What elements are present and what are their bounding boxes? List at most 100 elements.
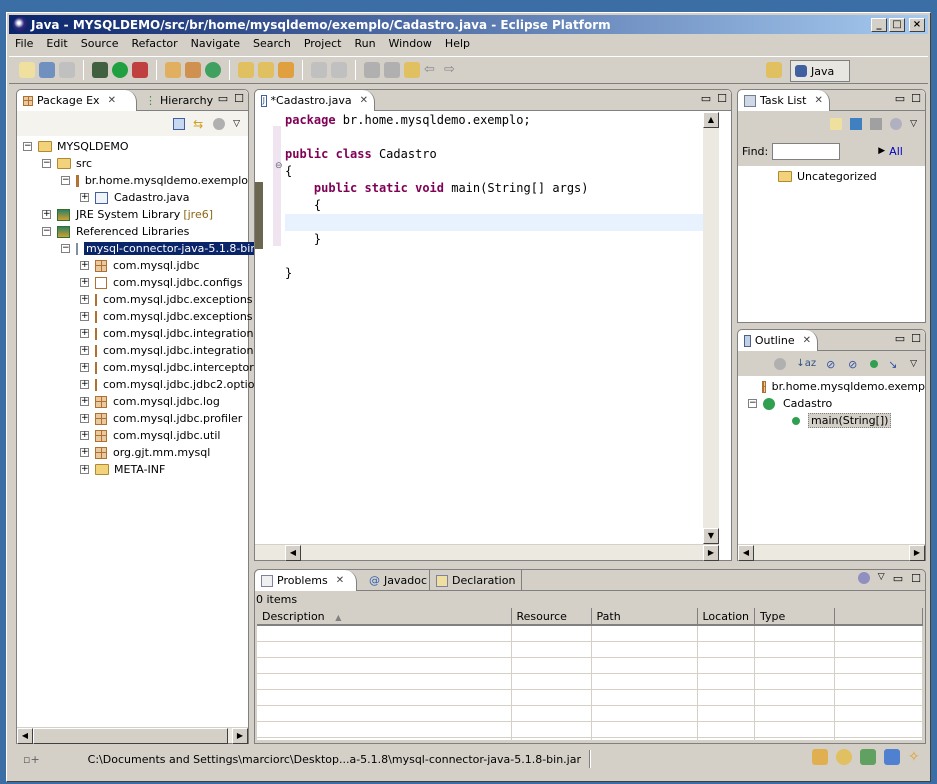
category-uncategorized[interactable]: Uncategorized — [778, 170, 877, 183]
tree-item[interactable]: + com.mysql.jdbc.exceptions — [23, 308, 253, 325]
menu-project[interactable]: Project — [298, 35, 349, 53]
close-icon[interactable]: ✕ — [803, 335, 811, 346]
scroll-up-button[interactable]: ▲ — [703, 112, 719, 128]
tree-item[interactable]: + org.gjt.mm.mysql — [23, 444, 248, 461]
external-tools-icon[interactable] — [132, 62, 148, 78]
close-icon[interactable]: ✕ — [814, 95, 822, 106]
menu-search[interactable]: Search — [247, 35, 298, 53]
open-resource-icon[interactable] — [258, 62, 274, 78]
last-edit-icon[interactable] — [404, 62, 420, 78]
menu-source[interactable]: Source — [75, 35, 126, 53]
tree-item[interactable]: + com.mysql.jdbc.log — [23, 393, 248, 410]
new-icon[interactable] — [19, 62, 35, 78]
run-icon[interactable] — [112, 62, 128, 78]
tab-javadoc[interactable]: @ Javadoc — [363, 570, 433, 591]
tree-item[interactable]: + com.mysql.jdbc.exceptions — [23, 291, 253, 308]
open-type-icon[interactable] — [238, 62, 254, 78]
tree-item[interactable]: + com.mysql.jdbc.integration — [23, 342, 253, 359]
scroll-right-button[interactable]: ▶ — [909, 545, 925, 561]
expand-icon[interactable]: + — [80, 193, 89, 202]
search-icon[interactable] — [278, 62, 294, 78]
tree-item[interactable]: − br.home.mysqldemo.exemplo — [23, 172, 248, 189]
tab-task-list[interactable]: Task List ✕ — [738, 90, 830, 111]
outline-item[interactable]: main(String[]) — [748, 412, 925, 429]
code-line[interactable]: package br.home.mysqldemo.exemplo; — [285, 112, 714, 129]
maximize-view-icon[interactable]: ☐ — [911, 332, 921, 345]
mark-occurrences-icon[interactable] — [331, 62, 347, 78]
tab-hierarchy[interactable]: ⋮ Hierarchy — [139, 90, 219, 111]
horizontal-scrollbar[interactable]: ◀ ▶ — [738, 544, 925, 561]
tree-item[interactable]: − src — [23, 155, 248, 172]
close-icon[interactable]: ✕ — [336, 575, 344, 586]
code-line[interactable]: { — [285, 197, 714, 214]
annotation-icon[interactable] — [311, 62, 327, 78]
column-header-type[interactable]: Type — [754, 608, 836, 626]
scroll-thumb[interactable] — [33, 728, 228, 744]
code-line[interactable]: public static void main(String[] args) — [285, 180, 714, 197]
close-button[interactable]: × — [909, 18, 925, 32]
expand-icon[interactable]: + — [80, 414, 89, 423]
scroll-right-button[interactable]: ▶ — [703, 545, 719, 561]
code-line[interactable]: { — [285, 163, 714, 180]
hide-fields-icon[interactable]: ⊘ — [826, 358, 838, 371]
prev-annotation-icon[interactable] — [384, 62, 400, 78]
expand-icon[interactable]: + — [80, 278, 89, 287]
menu-run[interactable]: Run — [348, 35, 382, 53]
view-menu-icon[interactable]: ▽ — [878, 572, 885, 585]
expand-icon[interactable]: + — [80, 431, 89, 440]
debug-icon[interactable] — [92, 62, 108, 78]
menu-help[interactable]: Help — [439, 35, 477, 53]
tree-item[interactable]: − Referenced Libraries — [23, 223, 248, 240]
sort-icon[interactable]: ↓az — [796, 358, 816, 369]
new-java-project-icon[interactable] — [165, 62, 181, 78]
column-header-path[interactable]: Path — [591, 608, 698, 626]
find-input[interactable] — [772, 142, 841, 160]
expand-icon[interactable]: + — [80, 329, 89, 338]
code-line[interactable]: } — [285, 265, 714, 282]
expand-icon[interactable]: + — [80, 465, 89, 474]
save-icon[interactable] — [39, 62, 55, 78]
tab-package-explorer[interactable]: Package Ex ✕ — [17, 90, 137, 111]
tree-item[interactable]: + com.mysql.jdbc — [23, 257, 248, 274]
outline-item[interactable]: − Cadastro — [748, 395, 925, 412]
java-perspective-button[interactable]: Java — [790, 60, 850, 82]
tree-item[interactable]: + com.mysql.jdbc.util — [23, 427, 248, 444]
horizontal-scrollbar[interactable]: ◀ ▶ — [255, 544, 719, 561]
code-editor[interactable]: package br.home.mysqldemo.exemplo; publi… — [285, 112, 714, 282]
all-link[interactable]: All — [889, 145, 903, 158]
tab-cadastro-java[interactable]: J *Cadastro.java ✕ — [255, 90, 375, 111]
updates-icon[interactable] — [884, 749, 900, 765]
tree-item[interactable]: + com.mysql.jdbc.jdbc2.optio — [23, 376, 254, 393]
expand-icon[interactable]: + — [80, 397, 89, 406]
close-icon[interactable]: ✕ — [108, 95, 116, 106]
new-package-icon[interactable] — [185, 62, 201, 78]
maximize-view-icon[interactable]: ☐ — [911, 572, 921, 585]
close-icon[interactable]: ✕ — [360, 95, 368, 106]
hide-static-icon[interactable]: ⊘ — [848, 358, 860, 371]
minimize-button[interactable]: _ — [871, 18, 887, 32]
outline-item[interactable]: br.home.mysqldemo.exemp — [748, 378, 925, 395]
tree-item[interactable]: + Cadastro.java — [23, 189, 248, 206]
filter-icon[interactable] — [890, 117, 903, 130]
fold-icon[interactable]: ⊖ — [275, 161, 283, 171]
collapse-icon[interactable]: − — [42, 159, 51, 168]
focus-icon[interactable] — [774, 357, 787, 370]
tab-problems[interactable]: Problems ✕ — [255, 570, 357, 591]
menu-file[interactable]: File — [9, 35, 40, 53]
cheat-sheet-icon[interactable] — [860, 749, 876, 765]
maximize-view-icon[interactable]: ☐ — [911, 92, 921, 105]
menu-refactor[interactable]: Refactor — [126, 35, 185, 53]
expand-icon[interactable]: + — [80, 363, 89, 372]
horizontal-scrollbar[interactable]: ◀ ▶ — [17, 727, 248, 744]
tree-item[interactable]: + com.mysql.jdbc.configs — [23, 274, 248, 291]
filter-icon[interactable] — [857, 572, 870, 584]
expand-icon[interactable]: + — [80, 380, 89, 389]
menu-navigate[interactable]: Navigate — [185, 35, 247, 53]
scroll-left-button[interactable]: ◀ — [17, 728, 33, 744]
open-perspective-icon[interactable] — [766, 62, 782, 78]
expand-icon[interactable]: + — [42, 210, 51, 219]
tree-item[interactable]: + META-INF — [23, 461, 248, 478]
minimize-view-icon[interactable]: ▭ — [893, 572, 903, 585]
column-header-location[interactable]: Location — [697, 608, 756, 626]
minimize-view-icon[interactable]: ▭ — [701, 92, 711, 105]
